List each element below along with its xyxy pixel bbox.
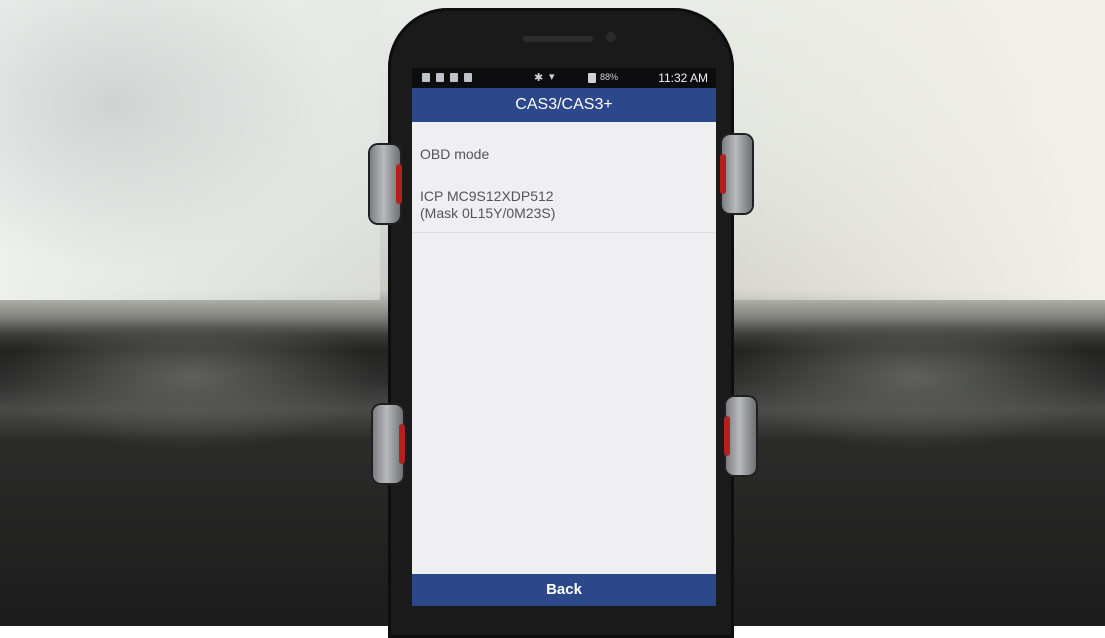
image-border <box>0 0 1105 626</box>
